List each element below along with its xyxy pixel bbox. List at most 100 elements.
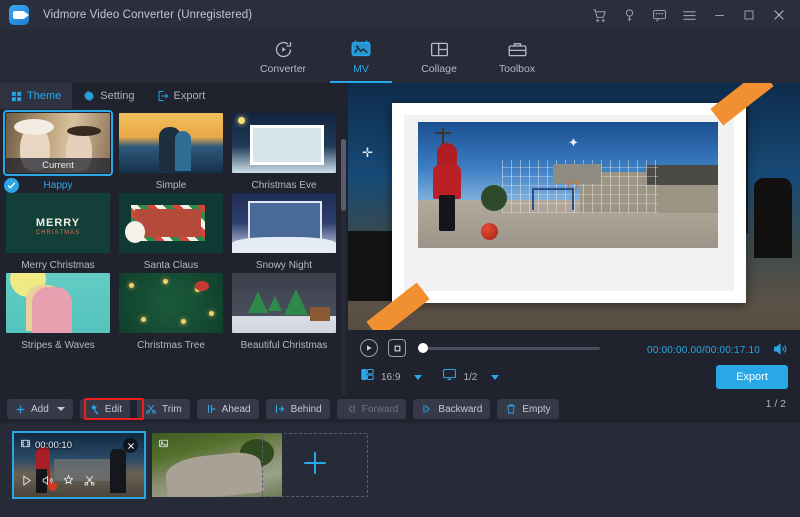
theme-label: Snowy Night — [232, 260, 336, 271]
sub-tab-bar: Theme Setting Export — [0, 83, 348, 109]
theme-item-christmas-tree[interactable]: Christmas Tree — [119, 273, 229, 351]
volume-icon[interactable] — [772, 341, 788, 362]
subtab-export[interactable]: Export — [146, 83, 217, 109]
sparkle-icon: ✛ — [362, 145, 373, 161]
theme-item-happy[interactable]: Current Happy — [6, 113, 116, 191]
insert-behind-icon — [274, 403, 286, 415]
chevron-down-icon[interactable] — [57, 407, 65, 411]
tab-converter[interactable]: Converter — [244, 30, 322, 83]
behind-button[interactable]: Behind — [266, 399, 330, 419]
menu-icon[interactable] — [674, 0, 704, 30]
theme-scrollbar[interactable] — [341, 139, 346, 395]
aspect-ratio-value: 16:9 — [381, 372, 400, 383]
backward-button[interactable]: Backward — [413, 399, 490, 419]
forward-button-label: Forward — [362, 404, 399, 415]
film-strip-icon — [20, 438, 31, 452]
theme-thumbnail — [6, 273, 110, 333]
backward-button-label: Backward — [438, 404, 482, 415]
ahead-button[interactable]: Ahead — [197, 399, 259, 419]
trim-button[interactable]: Trim — [137, 399, 190, 419]
aspect-ratio-icon — [360, 367, 375, 387]
page-indicator: 1 / 2 — [766, 398, 786, 410]
theme-item-christmas-eve[interactable]: Christmas Eve — [232, 113, 342, 191]
add-clip-placeholder[interactable] — [262, 433, 368, 497]
clip-duration-badge: 00:00:10 — [20, 438, 72, 452]
play-icon[interactable] — [20, 474, 33, 492]
theme-thumbnail — [119, 113, 223, 173]
tab-mv-label: MV — [353, 63, 369, 75]
plus-icon — [300, 448, 330, 483]
move-forward-icon — [345, 403, 357, 415]
seek-handle[interactable] — [418, 343, 428, 353]
theme-art-subtext: CHRISTMAS — [6, 230, 110, 236]
subtab-setting-label: Setting — [100, 90, 134, 102]
magic-wand-icon — [88, 403, 100, 415]
edit-button[interactable]: Edit — [80, 399, 130, 419]
ahead-button-label: Ahead — [222, 404, 251, 415]
edit-button-label: Edit — [105, 404, 122, 415]
export-button[interactable]: Export — [716, 365, 788, 389]
chevron-down-icon[interactable] — [414, 375, 422, 380]
tab-mv[interactable]: MV — [322, 30, 400, 83]
volume-icon[interactable] — [41, 474, 54, 492]
behind-button-label: Behind — [291, 404, 322, 415]
theme-item-beautiful-christmas[interactable]: Beautiful Christmas — [232, 273, 342, 351]
tab-toolbox[interactable]: Toolbox — [478, 30, 556, 83]
add-button[interactable]: Add — [7, 399, 73, 419]
play-button[interactable] — [360, 339, 378, 357]
key-icon[interactable] — [614, 0, 644, 30]
chevron-down-icon[interactable] — [491, 375, 499, 380]
timeline-strip: 00:00:10 — [0, 423, 800, 517]
subtab-setting[interactable]: Setting — [72, 83, 145, 109]
forward-button[interactable]: Forward — [337, 399, 407, 419]
screen-split-control[interactable]: 1/2 — [442, 367, 499, 387]
theme-item-snowy-night[interactable]: Snowy Night — [232, 193, 342, 271]
screen-split-value: 1/2 — [463, 372, 477, 383]
theme-label: Stripes & Waves — [6, 340, 110, 351]
theme-item-merry-christmas[interactable]: MERRY CHRISTMAS Merry Christmas — [6, 193, 116, 271]
gear-icon — [83, 90, 95, 102]
theme-item-stripes-waves[interactable]: Stripes & Waves — [6, 273, 116, 351]
theme-thumbnail — [232, 113, 336, 173]
tab-toolbox-label: Toolbox — [499, 63, 535, 75]
cart-icon[interactable] — [584, 0, 614, 30]
export-icon — [157, 90, 169, 102]
check-icon — [4, 178, 19, 193]
trash-icon — [505, 403, 517, 415]
theme-label: Christmas Tree — [119, 340, 223, 351]
theme-label: Beautiful Christmas — [232, 340, 336, 351]
theme-label: Simple — [119, 180, 223, 191]
scrollbar-thumb[interactable] — [341, 139, 346, 211]
timeline-clip-1[interactable]: 00:00:10 — [14, 433, 144, 497]
theme-item-santa-claus[interactable]: Santa Claus — [119, 193, 229, 271]
preview-photo-frame — [392, 103, 746, 303]
timecode-display: 00:00:00.00/00:00:17.10 — [647, 342, 760, 360]
theme-item-simple[interactable]: Simple — [119, 113, 229, 191]
clip-tool-row — [20, 474, 96, 492]
clip-type-badge — [158, 438, 173, 452]
main-tab-bar: Converter MV Collage — [0, 30, 800, 83]
aspect-ratio-control[interactable]: 16:9 — [360, 367, 422, 387]
theme-label: Merry Christmas — [6, 260, 110, 271]
theme-row: Current Happy Simple Christmas Eve — [6, 113, 348, 191]
close-circle-icon[interactable] — [123, 438, 138, 453]
empty-button-label: Empty — [522, 404, 550, 415]
maximize-icon[interactable] — [734, 0, 764, 30]
sparkle-icon: ✦ — [568, 135, 579, 151]
stop-button[interactable] — [388, 339, 406, 357]
close-icon[interactable] — [764, 0, 794, 30]
effect-icon[interactable] — [62, 474, 75, 492]
subtab-theme[interactable]: Theme — [0, 83, 72, 109]
feedback-icon[interactable] — [644, 0, 674, 30]
mv-icon — [350, 38, 372, 60]
monitor-icon — [442, 367, 457, 387]
trim-icon[interactable] — [83, 474, 96, 492]
empty-button[interactable]: Empty — [497, 399, 558, 419]
grid-icon — [11, 91, 22, 102]
tab-collage[interactable]: Collage — [400, 30, 478, 83]
theme-thumbnail — [119, 273, 223, 333]
theme-row: MERRY CHRISTMAS Merry Christmas Santa Cl… — [6, 193, 348, 271]
player-bar: 00:00:00.00/00:00:17.10 16:9 — [348, 330, 800, 395]
minimize-icon[interactable] — [704, 0, 734, 30]
seek-slider[interactable] — [418, 347, 600, 350]
